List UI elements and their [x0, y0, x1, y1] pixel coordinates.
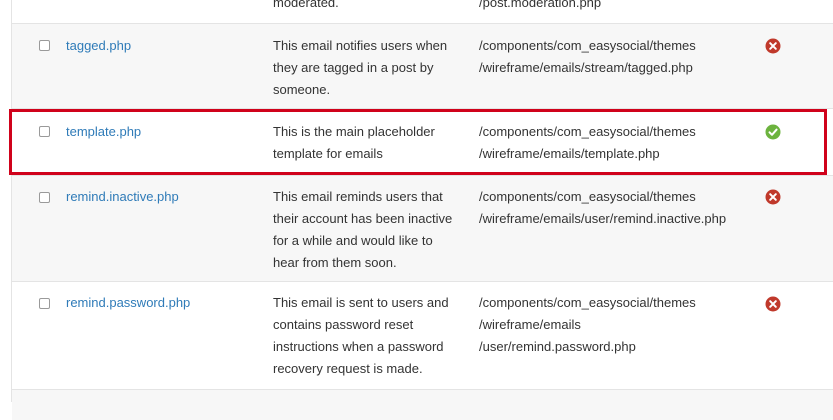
path-cell: /components/com_easysocial/themes /wiref… — [479, 292, 759, 358]
path-line: /components/com_easysocial/themes — [479, 295, 696, 310]
table-row: remind.inactive.php This email reminds u… — [12, 176, 833, 282]
file-name-link[interactable]: template.php — [66, 121, 141, 143]
file-name-link[interactable]: tagged.php — [66, 35, 131, 57]
table-row — [12, 390, 833, 420]
row-checkbox[interactable] — [39, 40, 50, 51]
description-line: they are tagged in a post by — [273, 60, 434, 75]
check-circle-icon[interactable] — [765, 124, 781, 140]
description-line: their account has been inactive — [273, 211, 453, 226]
path-line: /wireframe/emails/template.php — [479, 146, 660, 161]
description-line: This email notifies users when — [273, 38, 448, 53]
email-templates-table: moderated. /post.moderation.php tagged.p… — [11, 0, 833, 420]
description-cell: This email reminds users that their acco… — [273, 186, 463, 274]
path-cell: /components/com_easysocial/themes /wiref… — [479, 121, 759, 165]
description-line: recovery request is made. — [273, 361, 423, 376]
file-name-link[interactable]: remind.inactive.php — [66, 186, 179, 208]
row-checkbox[interactable] — [39, 298, 50, 309]
path-line: /components/com_easysocial/themes — [479, 38, 696, 53]
table-row: template.php This is the main placeholde… — [12, 109, 833, 176]
description-line: hear from them soon. — [273, 255, 397, 270]
path-line: /post.moderation.php — [479, 0, 602, 10]
path-cell: /components/com_easysocial/themes /wiref… — [479, 186, 759, 230]
description-cell: moderated. — [273, 0, 463, 14]
path-line: /wireframe/emails/stream/tagged.php — [479, 60, 693, 75]
row-checkbox[interactable] — [39, 192, 50, 203]
row-checkbox[interactable] — [39, 126, 50, 137]
description-line: template for emails — [273, 146, 383, 161]
x-circle-icon[interactable] — [765, 296, 781, 312]
path-line: /components/com_easysocial/themes — [479, 189, 696, 204]
description-line: moderated. — [273, 0, 339, 10]
description-cell: This is the main placeholder template fo… — [273, 121, 463, 165]
path-line: /user/remind.password.php — [479, 339, 636, 354]
description-line: for a while and would like to — [273, 233, 433, 248]
path-line: /wireframe/emails/user/remind.inactive.p… — [479, 211, 727, 226]
table-row: remind.password.php This email is sent t… — [12, 282, 833, 390]
description-line: instructions when a password — [273, 339, 444, 354]
description-line: someone. — [273, 82, 331, 97]
description-line: contains password reset — [273, 317, 414, 332]
path-line: /components/com_easysocial/themes — [479, 124, 696, 139]
description-line: This email reminds users that — [273, 189, 443, 204]
description-line: This is the main placeholder — [273, 124, 435, 139]
file-name-link[interactable]: remind.password.php — [66, 292, 190, 314]
path-cell: /post.moderation.php — [479, 0, 759, 14]
path-line: /wireframe/emails — [479, 317, 581, 332]
description-line: This email is sent to users and — [273, 295, 449, 310]
description-cell: This email notifies users when they are … — [273, 35, 463, 101]
table-row: moderated. /post.moderation.php — [12, 0, 833, 24]
x-circle-icon[interactable] — [765, 189, 781, 205]
path-cell: /components/com_easysocial/themes /wiref… — [479, 35, 759, 79]
description-cell: This email is sent to users and contains… — [273, 292, 463, 380]
x-circle-icon[interactable] — [765, 38, 781, 54]
table-row: tagged.php This email notifies users whe… — [12, 24, 833, 109]
